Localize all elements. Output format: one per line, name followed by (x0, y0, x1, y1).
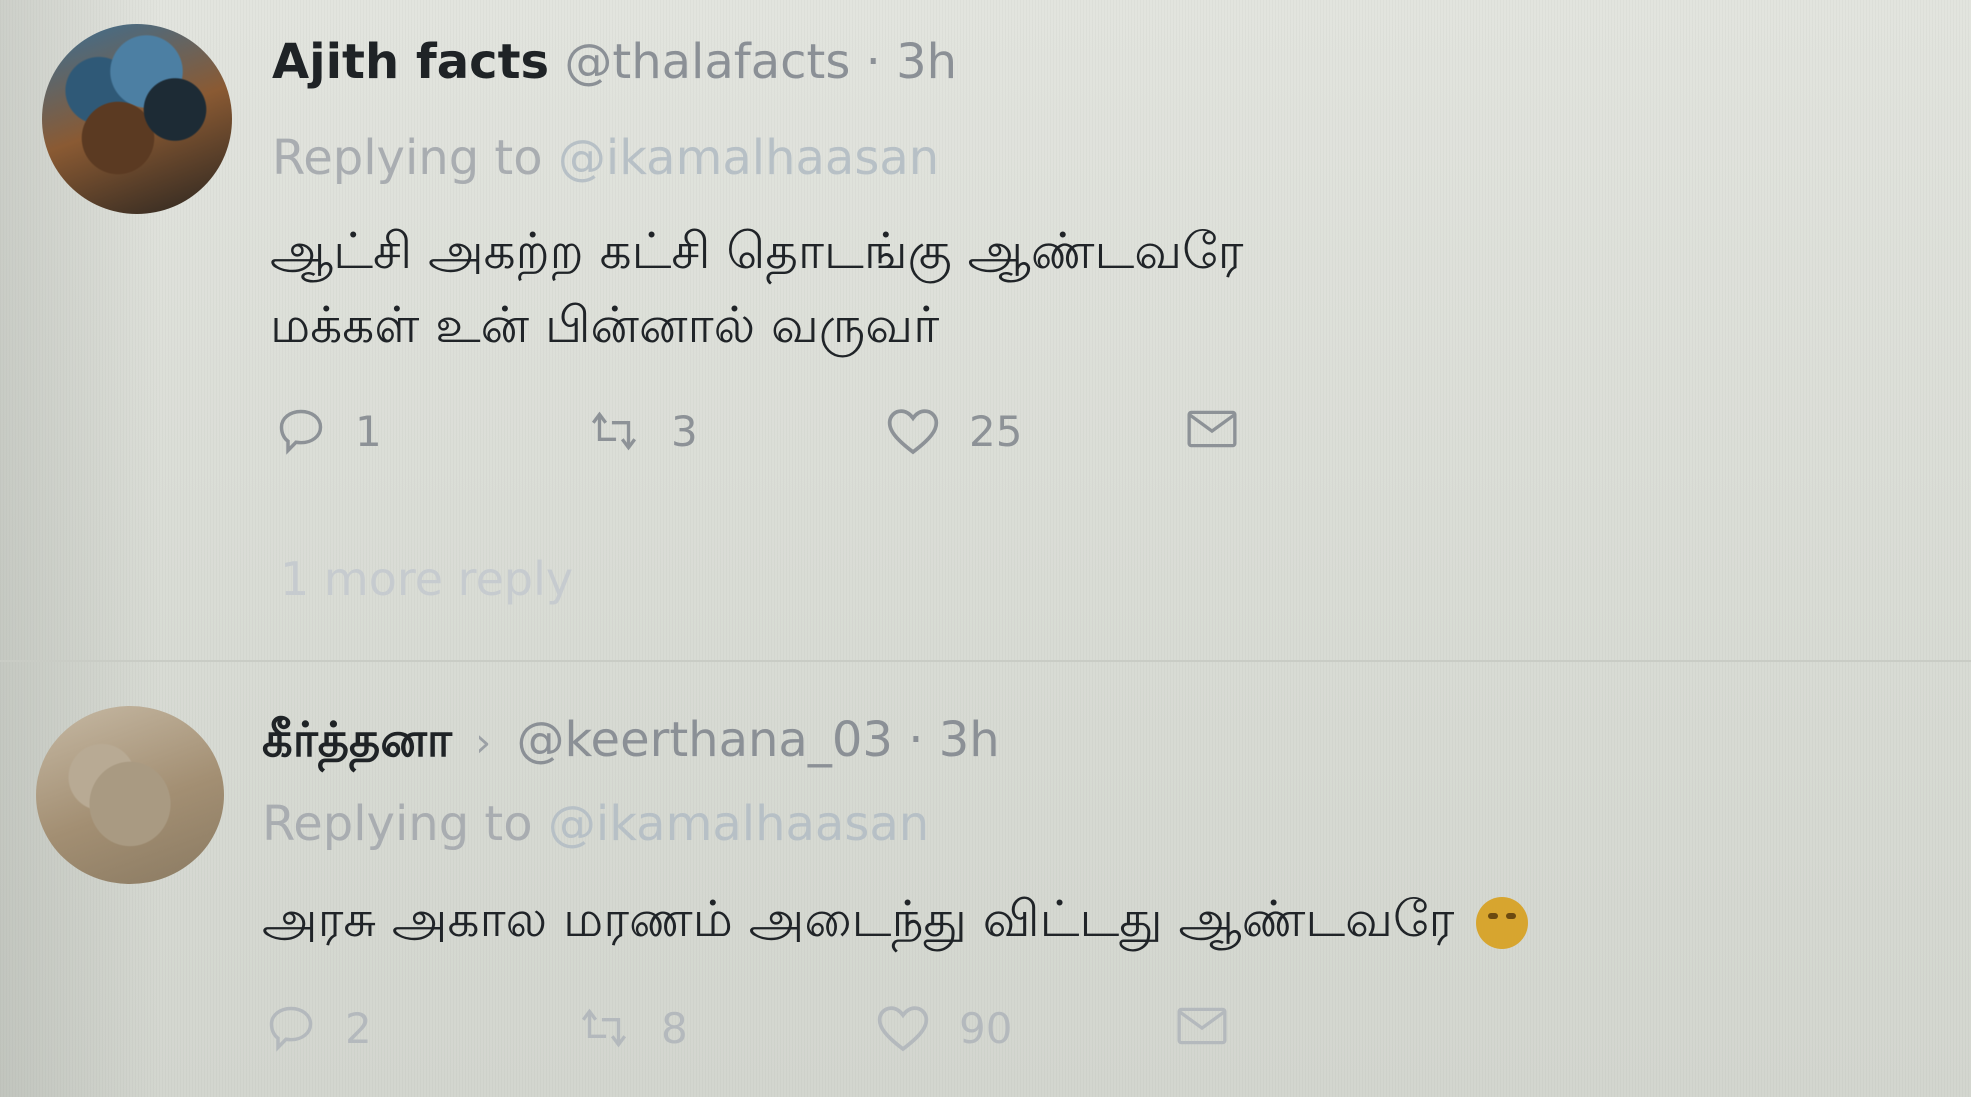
reply-icon (279, 409, 323, 455)
more-replies-link[interactable]: 1 more reply (280, 552, 573, 606)
tweet-card-2[interactable]: கீர்த்தனா › @keerthana_03 · 3h Replying … (0, 662, 1971, 1097)
author-handle[interactable]: @keerthana_03 (516, 712, 892, 768)
tweet-text-line: மக்கள் உன் பின்னால் வருவர் (270, 296, 940, 354)
sad-face-emoji (1476, 896, 1529, 949)
tweet-text: அரசு அகால மரணம் அடைந்து விட்டது ஆண்டவரே (262, 882, 1529, 956)
tweet-text-line: ஆட்சி அகற்ற கட்சி தொடங்கு ஆண்டவரே (270, 222, 1244, 280)
retweet-count: 8 (661, 1003, 688, 1053)
reply-icon (269, 1006, 313, 1052)
chevron-right-icon: › (475, 720, 492, 766)
tweet-actions: 2 8 90 (265, 1002, 1265, 1082)
timestamp[interactable]: 3h (939, 712, 1000, 768)
tweet-header: Ajith facts @thalafacts · 3h (272, 34, 957, 90)
reply-button[interactable]: 2 (265, 1002, 372, 1054)
like-icon (877, 1006, 929, 1052)
author-name[interactable]: Ajith facts (272, 34, 549, 90)
replying-to: Replying to @ikamalhaasan (262, 796, 929, 852)
like-count: 90 (959, 1003, 1013, 1053)
separator-dot: · (908, 712, 924, 768)
retweet-icon (581, 1008, 627, 1048)
timestamp[interactable]: 3h (896, 34, 957, 90)
replying-to-handle[interactable]: @ikamalhaasan (558, 130, 939, 186)
direct-message-icon (1187, 410, 1237, 448)
like-count: 25 (969, 406, 1023, 456)
retweet-count: 3 (671, 406, 698, 456)
reply-count: 2 (345, 1003, 372, 1053)
replying-prefix: Replying to (272, 130, 543, 186)
author-name[interactable]: கீர்த்தனா (262, 712, 452, 768)
retweet-icon (591, 411, 637, 451)
reply-count: 1 (355, 406, 382, 456)
author-handle[interactable]: @thalafacts (564, 34, 850, 90)
retweet-button[interactable]: 3 (585, 405, 698, 457)
tweet-card-1[interactable]: Ajith facts @thalafacts · 3h Replying to… (0, 0, 1971, 660)
tweet-text-line: அரசு அகால மரணம் அடைந்து விட்டது ஆண்டவரே (262, 882, 1529, 956)
replying-prefix: Replying to (262, 796, 533, 852)
separator-dot: · (865, 34, 881, 90)
like-button[interactable]: 90 (875, 1002, 1012, 1054)
like-icon (887, 409, 939, 455)
replying-to: Replying to @ikamalhaasan (272, 130, 939, 186)
direct-message-button[interactable] (1175, 1002, 1229, 1050)
like-button[interactable]: 25 (885, 405, 1022, 457)
direct-message-icon (1177, 1007, 1227, 1045)
tweet-text: ஆட்சி அகற்ற கட்சி தொடங்கு ஆண்டவரே மக்கள்… (270, 214, 1244, 362)
retweet-button[interactable]: 8 (575, 1002, 688, 1054)
tweet-actions: 1 3 25 (275, 405, 1275, 485)
tweet-text-content: அரசு அகால மரணம் அடைந்து விட்டது ஆண்டவரே (262, 890, 1455, 948)
avatar[interactable] (36, 706, 224, 884)
avatar[interactable] (42, 24, 232, 214)
reply-button[interactable]: 1 (275, 405, 382, 457)
direct-message-button[interactable] (1185, 405, 1239, 453)
tweet-header: கீர்த்தனா › @keerthana_03 · 3h (262, 712, 1000, 774)
replying-to-handle[interactable]: @ikamalhaasan (548, 796, 929, 852)
